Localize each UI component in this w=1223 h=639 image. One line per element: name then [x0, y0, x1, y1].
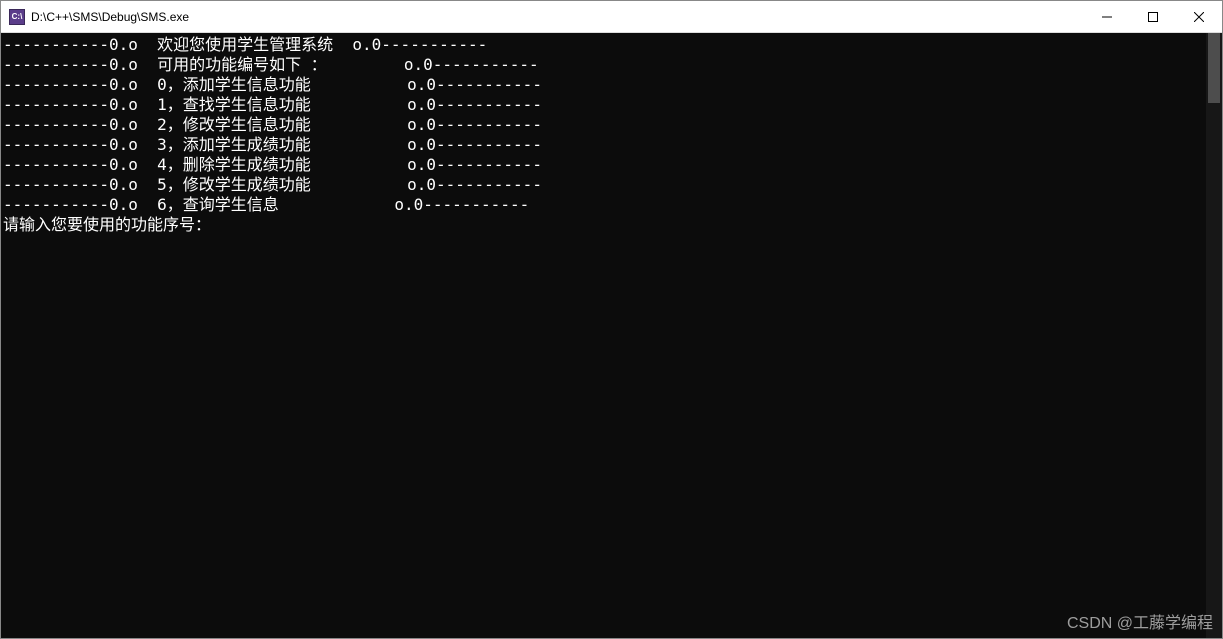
console-line: -----------0.o 5，修改学生成绩功能 o.0-----------	[3, 175, 1206, 195]
app-icon-label: C:\	[12, 12, 23, 21]
console-line: -----------0.o 4，删除学生成绩功能 o.0-----------	[3, 155, 1206, 175]
app-icon: C:\	[9, 9, 25, 25]
console-line: -----------0.o 3，添加学生成绩功能 o.0-----------	[3, 135, 1206, 155]
close-button[interactable]	[1176, 1, 1222, 32]
console-output[interactable]: -----------0.o 欢迎您使用学生管理系统 o.0----------…	[1, 33, 1206, 638]
console-line: -----------0.o 2，修改学生信息功能 o.0-----------	[3, 115, 1206, 135]
window-title: D:\C++\SMS\Debug\SMS.exe	[31, 10, 1084, 24]
maximize-icon	[1148, 12, 1158, 22]
console-line: 请输入您要使用的功能序号：	[3, 215, 1206, 235]
vertical-scrollbar[interactable]	[1206, 33, 1222, 638]
minimize-button[interactable]	[1084, 1, 1130, 32]
titlebar[interactable]: C:\ D:\C++\SMS\Debug\SMS.exe	[1, 1, 1222, 33]
console-line: -----------0.o 0，添加学生信息功能 o.0-----------	[3, 75, 1206, 95]
console-line: -----------0.o 可用的功能编号如下 ： o.0----------…	[3, 55, 1206, 75]
window-controls	[1084, 1, 1222, 32]
console-line: -----------0.o 1，查找学生信息功能 o.0-----------	[3, 95, 1206, 115]
scrollbar-thumb[interactable]	[1208, 33, 1220, 103]
console-area: -----------0.o 欢迎您使用学生管理系统 o.0----------…	[1, 33, 1222, 638]
console-line: -----------0.o 欢迎您使用学生管理系统 o.0----------…	[3, 35, 1206, 55]
maximize-button[interactable]	[1130, 1, 1176, 32]
minimize-icon	[1102, 12, 1112, 22]
console-line: -----------0.o 6，查询学生信息 o.0-----------	[3, 195, 1206, 215]
close-icon	[1194, 12, 1204, 22]
app-window: C:\ D:\C++\SMS\Debug\SMS.exe -----------…	[0, 0, 1223, 639]
